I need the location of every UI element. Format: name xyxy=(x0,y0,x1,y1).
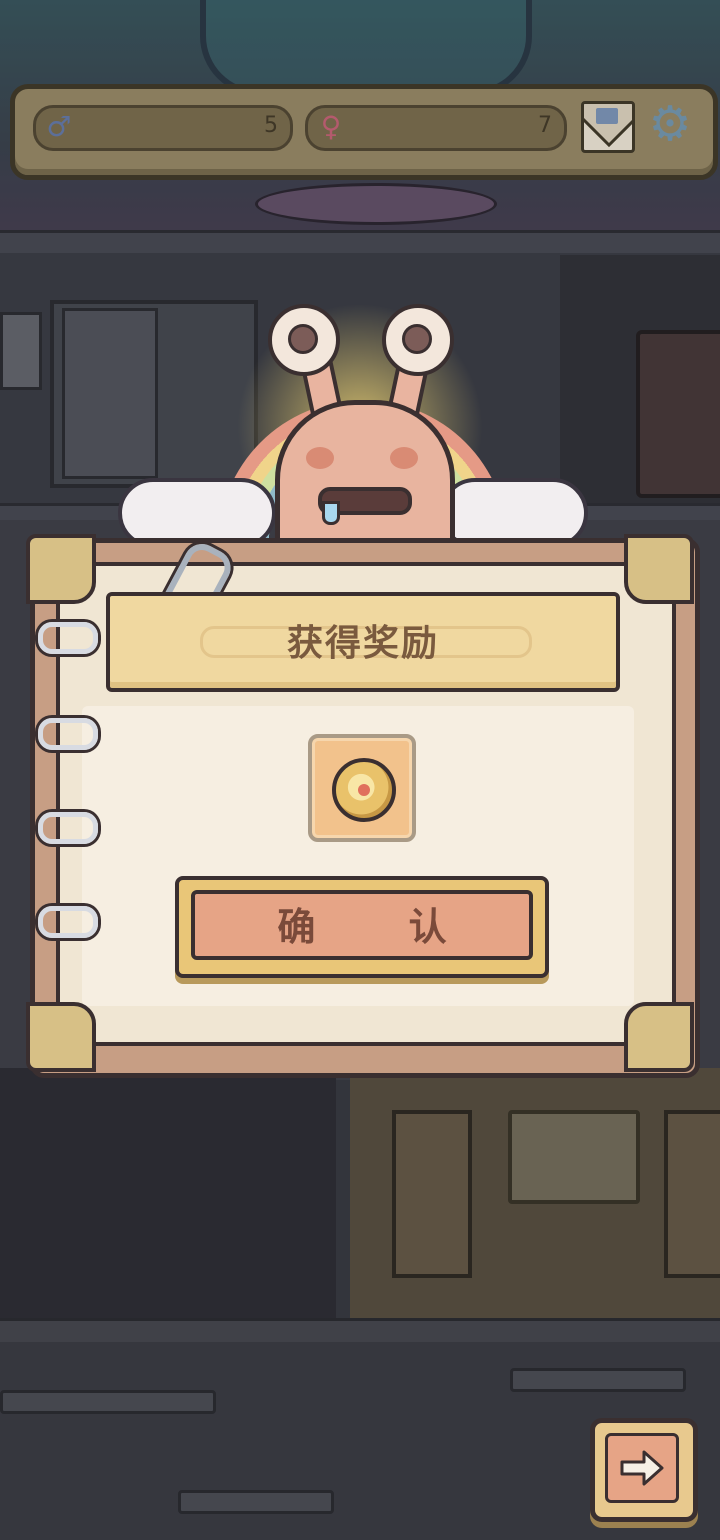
female-count: 7 xyxy=(538,113,552,138)
reward-dialog: 获得奖励 确 认 xyxy=(26,534,700,1078)
corner-bracket xyxy=(624,534,694,604)
confirm-label: 确 认 xyxy=(277,905,487,949)
binder-ring xyxy=(38,718,98,750)
coin-reward-icon xyxy=(332,758,396,822)
dialog-title: 获得奖励 xyxy=(286,623,439,664)
snail-eye xyxy=(382,304,454,376)
male-count: 5 xyxy=(264,113,278,138)
reward-item-slot[interactable] xyxy=(308,734,416,842)
right-arrow-icon xyxy=(620,1450,664,1486)
female-symbol-icon: ♀ xyxy=(320,110,342,143)
gear-icon[interactable]: ⚙ xyxy=(645,99,695,149)
mail-icon[interactable] xyxy=(581,101,635,153)
male-symbol-icon: ♂ xyxy=(46,110,72,143)
top-status-bar: ♂ 5 ♀ 7 ⚙ xyxy=(10,84,718,180)
snail-drool xyxy=(322,501,340,525)
male-resource-counter: ♂ 5 xyxy=(33,105,293,151)
snail-cheek xyxy=(390,447,418,469)
snail-cheek xyxy=(306,447,334,469)
female-resource-counter: ♀ 7 xyxy=(305,105,567,151)
binder-ring xyxy=(38,622,98,654)
corner-bracket xyxy=(26,1002,96,1072)
confirm-button[interactable]: 确 认 xyxy=(175,876,549,978)
next-button[interactable] xyxy=(590,1418,698,1522)
snail-eye xyxy=(268,304,340,376)
corner-bracket xyxy=(624,1002,694,1072)
title-banner: 获得奖励 xyxy=(106,592,620,692)
binder-ring xyxy=(38,906,98,938)
corner-bracket xyxy=(26,534,96,604)
binder-ring xyxy=(38,812,98,844)
